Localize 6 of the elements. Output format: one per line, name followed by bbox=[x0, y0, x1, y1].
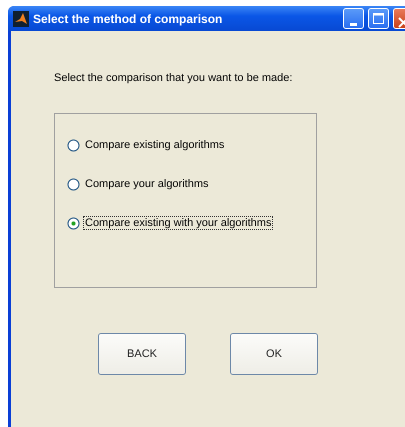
radio-option[interactable]: Compare your algorithms bbox=[67, 177, 316, 191]
window-title: Select the method of comparison bbox=[33, 12, 224, 26]
back-button[interactable]: BACK bbox=[98, 333, 186, 375]
radio-option[interactable]: Compare existing algorithms bbox=[67, 138, 316, 152]
prompt-text: Select the comparison that you want to be made: bbox=[54, 72, 294, 84]
ok-button[interactable]: OK bbox=[230, 333, 318, 375]
